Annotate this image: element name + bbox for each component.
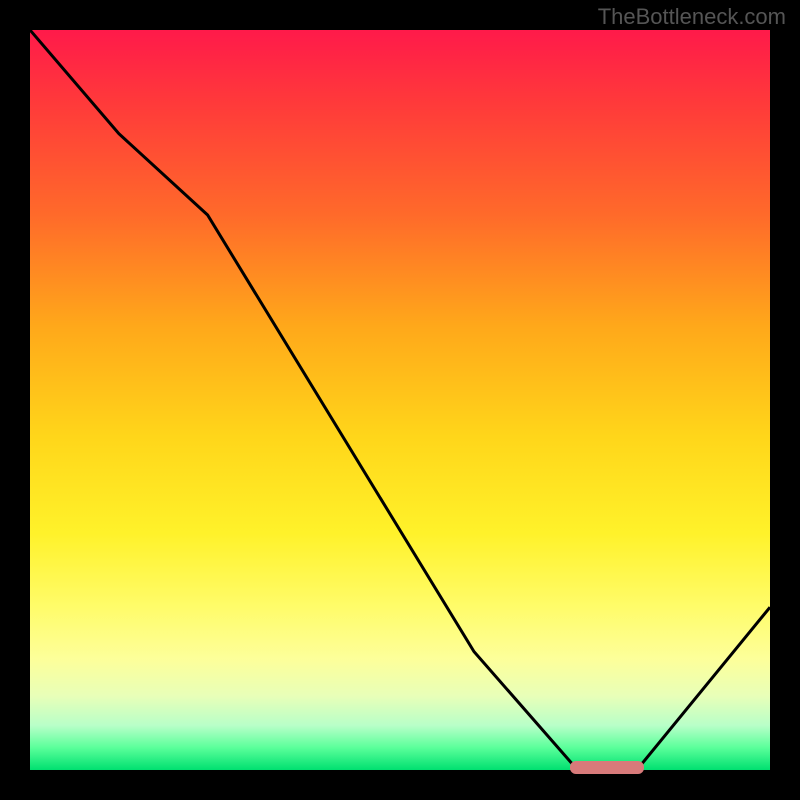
chart-plot-area: [30, 30, 770, 770]
bottleneck-curve: [30, 30, 770, 770]
optimal-range-marker: [570, 761, 644, 774]
watermark-text: TheBottleneck.com: [598, 4, 786, 30]
